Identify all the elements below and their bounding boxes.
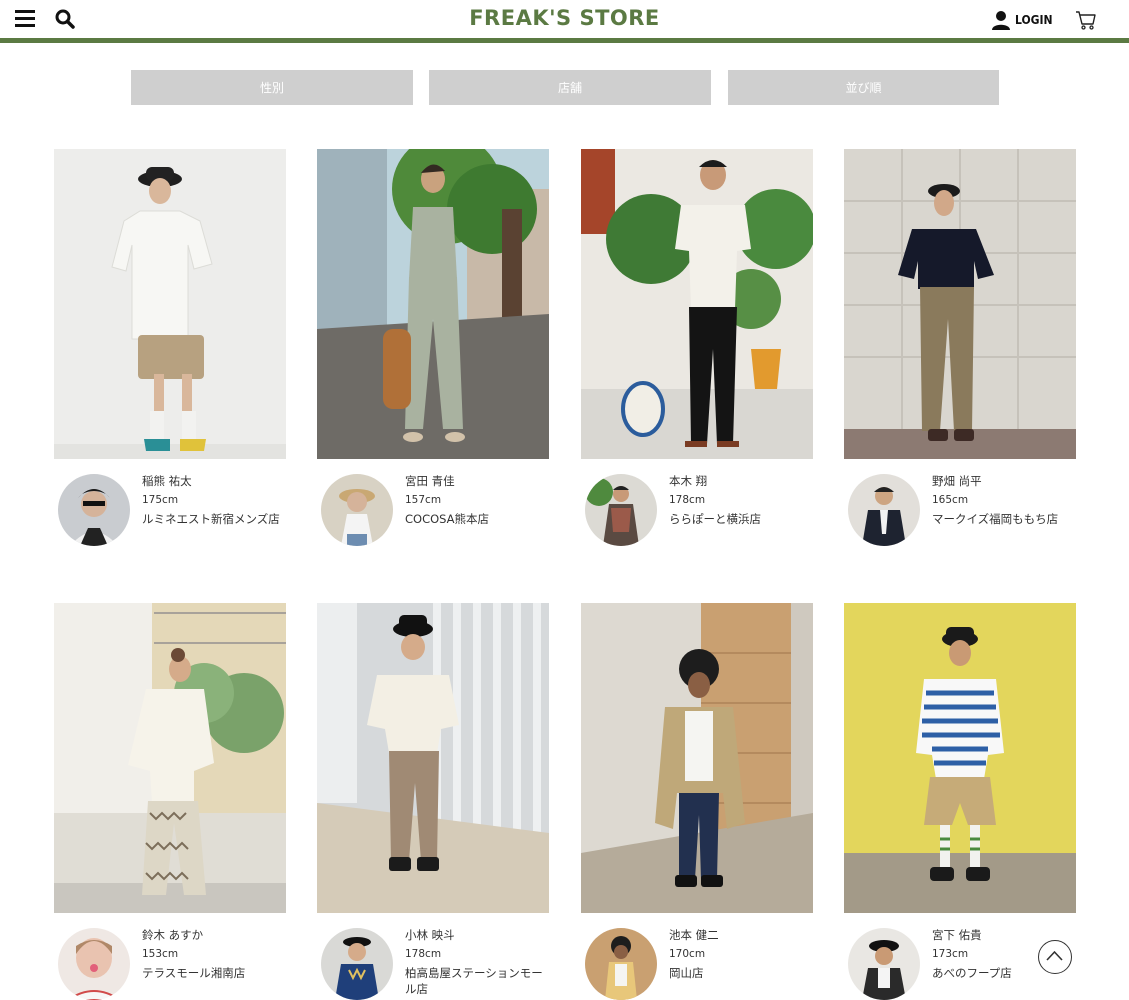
- staff-store: 岡山店: [669, 966, 704, 980]
- staff-name: 宮田 青佳: [405, 474, 455, 488]
- site-header: FREAK'S STORE LOGIN: [0, 0, 1129, 40]
- filter-gender-button[interactable]: 性別: [131, 70, 413, 105]
- staff-height: 157cm: [405, 494, 442, 506]
- staff-store: テラスモール湘南店: [142, 966, 246, 980]
- staff-info[interactable]: 野畑 尚平 165cm マークイズ福岡ももち店: [844, 467, 1076, 547]
- staff-name: 野畑 尚平: [932, 474, 982, 488]
- outfit-photo[interactable]: [581, 603, 813, 913]
- cart-icon[interactable]: [1075, 9, 1097, 31]
- staff-info[interactable]: 小林 映斗 178cm 柏高島屋ステーションモール店: [317, 921, 549, 1000]
- staff-height: 165cm: [932, 494, 969, 506]
- staff-name: 池本 健二: [669, 928, 719, 942]
- staff-avatar: [585, 474, 657, 546]
- outfit-photo[interactable]: [581, 149, 813, 459]
- staff-info[interactable]: 稲熊 祐太 175cm ルミネエスト新宿メンズ店: [54, 467, 286, 547]
- filter-store-button[interactable]: 店舗: [429, 70, 711, 105]
- staff-height: 175cm: [142, 494, 179, 506]
- staff-height: 178cm: [669, 494, 706, 506]
- staff-avatar: [848, 474, 920, 546]
- staff-avatar: [321, 928, 393, 1000]
- staff-name: 稲熊 祐太: [142, 474, 192, 488]
- outfit-photo[interactable]: [54, 603, 286, 913]
- header-divider: [0, 38, 1129, 43]
- staff-store: マークイズ福岡ももち店: [932, 512, 1059, 526]
- user-icon: [992, 11, 1010, 30]
- login-link[interactable]: LOGIN: [990, 9, 1053, 31]
- staff-info[interactable]: 本木 翔 178cm ららぽーと横浜店: [581, 467, 813, 547]
- outfit-photo[interactable]: [844, 149, 1076, 459]
- staff-name: 小林 映斗: [405, 928, 455, 942]
- back-to-top-button[interactable]: [1038, 940, 1072, 974]
- staff-avatar: [58, 928, 130, 1000]
- site-logo[interactable]: FREAK'S STORE: [0, 6, 1129, 30]
- staff-height: 170cm: [669, 948, 706, 960]
- staff-height: 153cm: [142, 948, 179, 960]
- staff-info[interactable]: 宮田 青佳 157cm COCOSA熊本店: [317, 467, 549, 547]
- staff-avatar: [58, 474, 130, 546]
- outfit-photo[interactable]: [844, 603, 1076, 913]
- staff-name: 本木 翔: [669, 474, 708, 488]
- outfit-photo[interactable]: [317, 603, 549, 913]
- staff-store: COCOSA熊本店: [405, 512, 490, 526]
- staff-avatar: [848, 928, 920, 1000]
- staff-store: 柏高島屋ステーションモール店: [405, 966, 543, 996]
- outfit-photo[interactable]: [317, 149, 549, 459]
- staff-avatar: [321, 474, 393, 546]
- staff-store: ルミネエスト新宿メンズ店: [142, 512, 280, 526]
- staff-info[interactable]: 鈴木 あすか 153cm テラスモール湘南店: [54, 921, 286, 1000]
- staff-name: 鈴木 あすか: [142, 928, 204, 942]
- login-label: LOGIN: [1015, 13, 1053, 27]
- staff-info[interactable]: 池本 健二 170cm 岡山店: [581, 921, 813, 1000]
- staff-height: 178cm: [405, 948, 442, 960]
- chevron-up-icon: [1046, 950, 1063, 961]
- filter-sort-button[interactable]: 並び順: [728, 70, 999, 105]
- staff-store: ららぽーと横浜店: [669, 512, 761, 526]
- outfit-photo[interactable]: [54, 149, 286, 459]
- staff-avatar: [585, 928, 657, 1000]
